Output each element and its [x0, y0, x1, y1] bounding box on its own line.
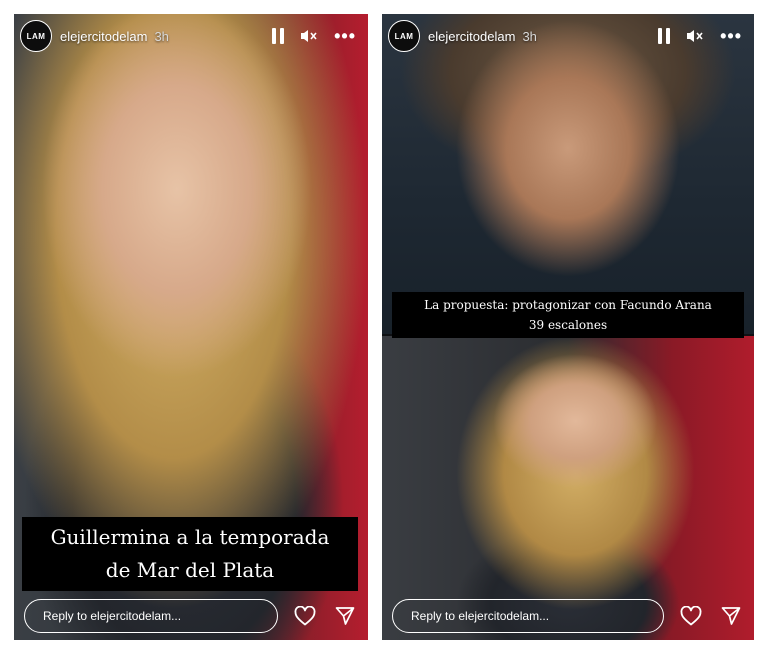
reply-field[interactable] [24, 599, 278, 633]
post-time: 3h [522, 28, 537, 44]
caption-line: de Mar del Plata [105, 558, 275, 582]
reply-input[interactable] [409, 608, 663, 624]
caption-line: Guillermina a la temporada [50, 525, 330, 549]
story-panel-left[interactable]: LAM elejercitodelam 3h ••• Guillermina a… [14, 14, 368, 640]
reply-input[interactable] [41, 608, 277, 624]
pause-icon[interactable] [658, 26, 671, 46]
more-options-icon[interactable]: ••• [334, 26, 356, 46]
send-icon[interactable] [332, 603, 358, 629]
story-panel-right[interactable]: LAM elejercitodelam 3h ••• La propuesta:… [382, 14, 754, 640]
reply-field[interactable] [392, 599, 664, 633]
heart-icon[interactable] [292, 603, 318, 629]
more-options-icon[interactable]: ••• [720, 26, 742, 46]
speaker-muted-icon[interactable] [300, 26, 318, 46]
story-photo-top [382, 14, 754, 334]
post-time: 3h [154, 28, 169, 44]
account-username[interactable]: elejercitodelam [60, 29, 147, 44]
story-header: LAM elejercitodelam 3h ••• [382, 14, 754, 58]
avatar-logo-text: LAM [26, 31, 46, 41]
story-footer [382, 592, 754, 640]
caption-line: La propuesta: protagonizar con Facundo A… [424, 298, 712, 312]
story-header: LAM elejercitodelam 3h ••• [14, 14, 368, 58]
account-avatar[interactable]: LAM [20, 20, 52, 52]
send-icon[interactable] [718, 603, 744, 629]
heart-icon[interactable] [678, 603, 704, 629]
pause-icon[interactable] [272, 26, 285, 46]
avatar-logo-text: LAM [394, 31, 414, 41]
account-username[interactable]: elejercitodelam [428, 29, 515, 44]
story-caption: Guillermina a la temporada de Mar del Pl… [22, 517, 358, 591]
story-footer [14, 592, 368, 640]
account-avatar[interactable]: LAM [388, 20, 420, 52]
story-caption: La propuesta: protagonizar con Facundo A… [392, 292, 744, 338]
speaker-muted-icon[interactable] [686, 26, 704, 46]
caption-line: 39 escalones [528, 318, 608, 332]
